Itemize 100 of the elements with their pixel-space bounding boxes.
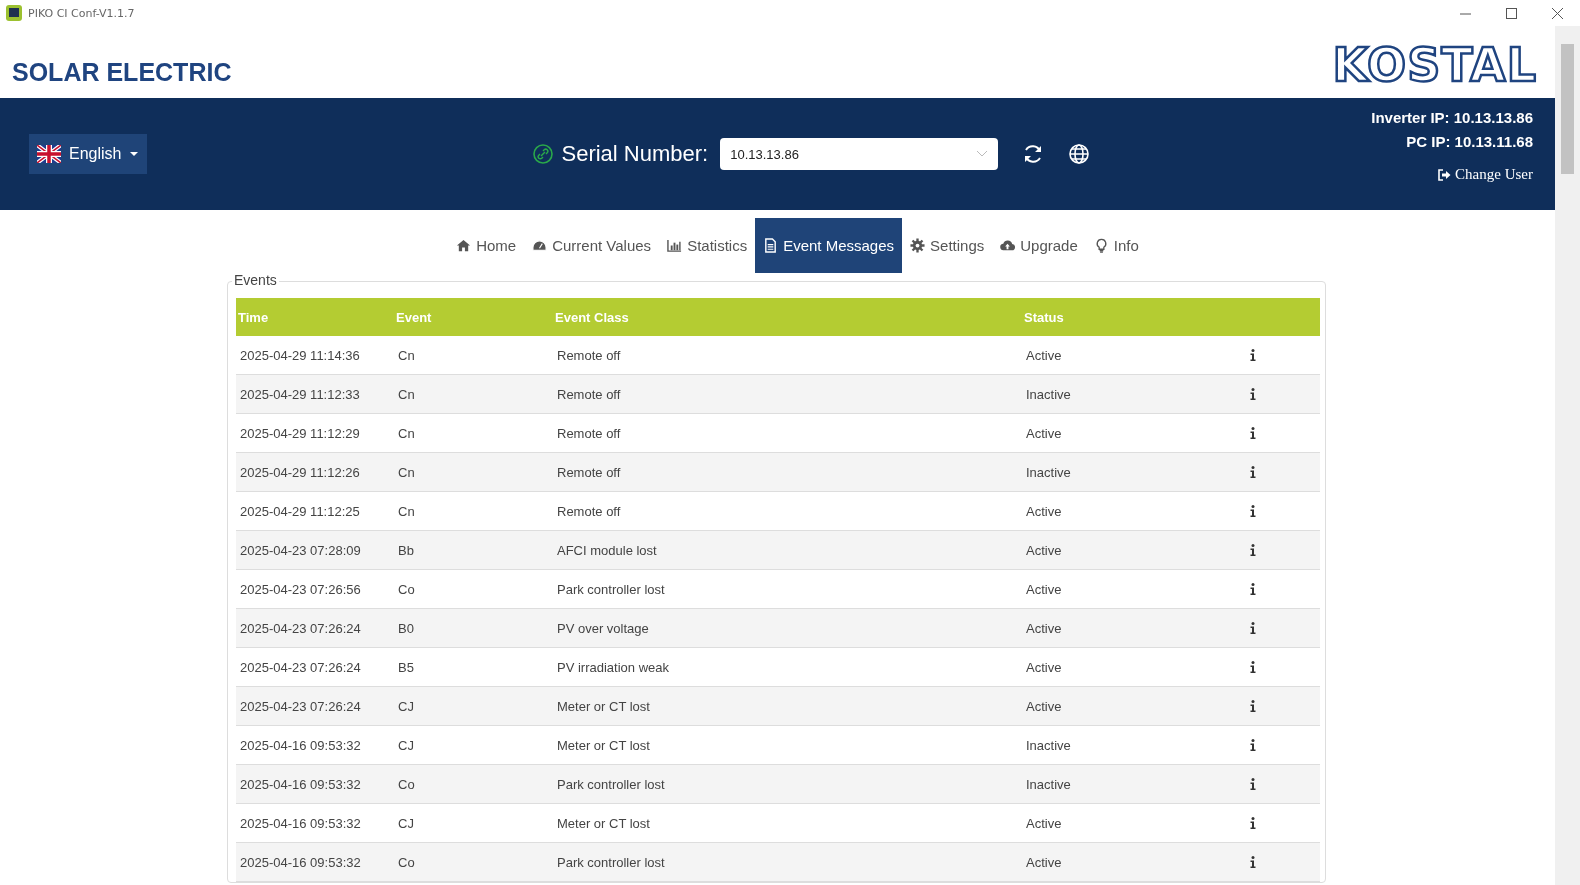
table-cell: AFCI module lost (553, 530, 1022, 570)
table-cell: Active (1022, 647, 1246, 687)
table-cell: Park controller lost (553, 764, 1022, 804)
column-header: Status (1022, 298, 1246, 336)
table-cell: 2025-04-23 07:26:24 (236, 608, 394, 648)
table-cell: Remote off (553, 491, 1022, 531)
globe-icon[interactable] (1068, 143, 1091, 165)
table-cell: Remote off (553, 413, 1022, 453)
column-header: Event Class (553, 298, 1022, 336)
table-cell: Bb (394, 530, 553, 570)
table-cell: Cn (394, 491, 553, 531)
change-user-link[interactable]: Change User (1438, 166, 1533, 183)
link-icon (533, 144, 554, 164)
table-cell: 2025-04-16 09:53:32 (236, 842, 394, 882)
info-icon[interactable] (1250, 778, 1256, 790)
logout-icon (1438, 168, 1452, 181)
table-cell: 2025-04-29 11:12:25 (236, 491, 394, 531)
info-icon[interactable] (1250, 622, 1256, 634)
table-cell: Active (1022, 803, 1246, 843)
tab-icon (763, 238, 779, 253)
table-cell: Active (1022, 686, 1246, 726)
info-icon[interactable] (1250, 466, 1256, 478)
table-cell: Active (1022, 413, 1246, 453)
table-cell: Cn (394, 336, 553, 375)
table-cell: 2025-04-16 09:53:32 (236, 725, 394, 765)
table-cell: 2025-04-29 11:14:36 (236, 336, 394, 375)
table-cell: PV irradiation weak (553, 647, 1022, 687)
chevron-icon (976, 150, 989, 158)
serial-dropdown[interactable]: 10.13.13.86 (720, 138, 999, 170)
table-cell: Active (1022, 608, 1246, 648)
nav-tab[interactable]: Home (448, 218, 525, 273)
language-dropdown[interactable]: English (29, 134, 148, 174)
table-cell: Inactive (1022, 374, 1246, 414)
table-cell: Meter or CT lost (553, 725, 1022, 765)
info-icon[interactable] (1250, 505, 1256, 517)
serial-label: Serial Number: (561, 141, 709, 167)
nav-tab[interactable]: Statistics (659, 218, 756, 273)
table-cell: 2025-04-29 11:12:29 (236, 413, 394, 453)
table-cell: Park controller lost (553, 842, 1022, 882)
tab-icon (910, 238, 926, 253)
close-icon[interactable] (1551, 7, 1563, 19)
app-icon (6, 5, 22, 21)
nav-tab[interactable]: Event Messages (755, 218, 903, 273)
caret-icon (129, 151, 140, 157)
table-cell: 2025-04-29 11:12:33 (236, 374, 394, 414)
window-title: PIKO CI Conf-V1.1.7 (28, 6, 135, 20)
table-cell: 2025-04-23 07:28:09 (236, 530, 394, 570)
table-cell: Inactive (1022, 764, 1246, 804)
info-icon[interactable] (1250, 661, 1256, 673)
column-header: Event (394, 298, 553, 336)
table-cell: Remote off (553, 336, 1022, 375)
table-cell: 2025-04-16 09:53:32 (236, 764, 394, 804)
info-icon[interactable] (1250, 388, 1256, 400)
table-cell: Active (1022, 569, 1246, 609)
info-icon[interactable] (1250, 856, 1256, 868)
scrollbar[interactable] (1555, 26, 1580, 885)
info-icon[interactable] (1250, 349, 1256, 361)
table-cell: Active (1022, 336, 1246, 375)
table-cell: Co (394, 569, 553, 609)
tab-icon (1000, 238, 1016, 253)
table-cell: Meter or CT lost (553, 803, 1022, 843)
table-cell: 2025-04-23 07:26:56 (236, 569, 394, 609)
logo: KOSTAL (1332, 38, 1537, 92)
nav-tab[interactable]: Info (1085, 218, 1147, 273)
table-cell: CJ (394, 686, 553, 726)
table-cell: CJ (394, 803, 553, 843)
table-cell: Inactive (1022, 725, 1246, 765)
table-cell: Cn (394, 374, 553, 414)
info-icon[interactable] (1250, 544, 1256, 556)
info-icon[interactable] (1250, 817, 1256, 829)
table-cell: Inactive (1022, 452, 1246, 492)
table-cell: Active (1022, 842, 1246, 882)
table-cell: Remote off (553, 452, 1022, 492)
table-cell: Co (394, 764, 553, 804)
table-cell: Active (1022, 530, 1246, 570)
table-cell: 2025-04-23 07:26:24 (236, 647, 394, 687)
table-cell: B5 (394, 647, 553, 687)
tab-icon (456, 238, 472, 253)
table-cell: Cn (394, 452, 553, 492)
info-icon[interactable] (1250, 583, 1256, 595)
panel-legend: Events (232, 272, 279, 288)
maximize-icon[interactable] (1505, 7, 1517, 19)
info-icon[interactable] (1250, 739, 1256, 751)
table-cell: Active (1022, 491, 1246, 531)
flag-icon (37, 145, 61, 163)
tab-icon (532, 238, 548, 253)
table-cell: B0 (394, 608, 553, 648)
nav-tab[interactable]: Current Values (524, 218, 660, 273)
inverter-ip: Inverter IP: 10.13.13.86 (1371, 108, 1533, 128)
nav-tab[interactable]: Settings (902, 218, 993, 273)
info-icon[interactable] (1250, 700, 1256, 712)
table-cell: Co (394, 842, 553, 882)
info-icon[interactable] (1250, 427, 1256, 439)
table-cell: Remote off (553, 374, 1022, 414)
table-cell: CJ (394, 725, 553, 765)
tab-icon (667, 238, 683, 253)
table-cell: 2025-04-16 09:53:32 (236, 803, 394, 843)
table-cell: Park controller lost (553, 569, 1022, 609)
nav-tab[interactable]: Upgrade (992, 218, 1086, 273)
table-cell: 2025-04-23 07:26:24 (236, 686, 394, 726)
